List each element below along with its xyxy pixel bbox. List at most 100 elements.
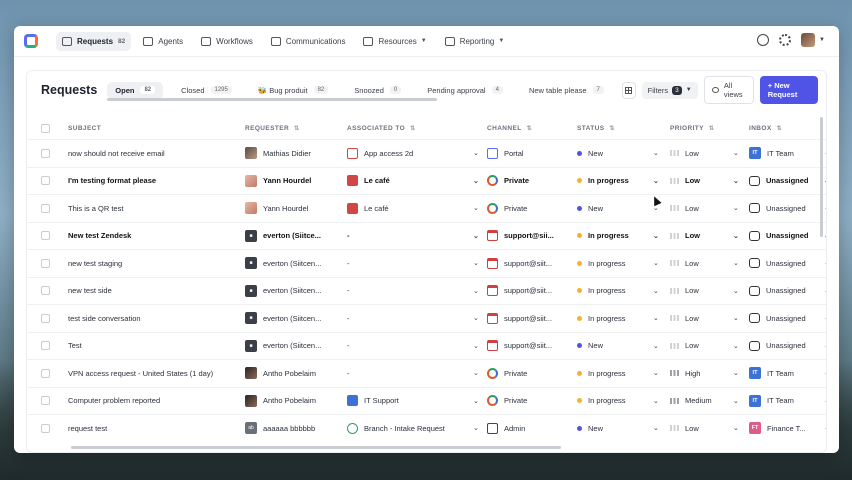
inbox-cell[interactable]: Unassigned (749, 340, 817, 351)
table-row[interactable]: This is a QR test Yann Hourdel Le café ⌄ Pri… (27, 194, 826, 222)
chevron-down-icon[interactable]: ⌄ (824, 342, 826, 350)
status-cell[interactable]: New (577, 341, 657, 350)
chevron-down-icon[interactable]: ⌄ (733, 149, 739, 157)
chevron-down-icon[interactable]: ⌄ (824, 177, 826, 185)
inbox-cell[interactable]: Unassigned (749, 313, 817, 324)
subject-cell[interactable]: Test (68, 341, 238, 350)
priority-cell[interactable]: Low (670, 341, 730, 350)
user-avatar[interactable] (801, 33, 816, 47)
requester-cell[interactable]: ■ everton (Siitcen... (245, 284, 339, 297)
column-header-subject[interactable]: SUBJECT (68, 125, 238, 132)
status-cell[interactable]: New (577, 424, 657, 433)
help-icon[interactable] (757, 34, 770, 46)
table-row[interactable]: I'm testing format please Yann Hourdel Le … (27, 166, 826, 195)
chevron-down-icon[interactable]: ⌄ (473, 204, 479, 212)
associated-cell[interactable]: Le café (347, 202, 472, 214)
chevron-down-icon[interactable]: ⌄ (473, 177, 479, 185)
status-cell[interactable]: In progress (577, 176, 657, 185)
requester-cell[interactable]: Yann Hourdel (245, 174, 339, 187)
status-cell[interactable]: New (577, 204, 657, 213)
associated-cell[interactable]: - (347, 231, 472, 240)
sort-icon[interactable]: ⇅ (410, 125, 415, 132)
new-request-button[interactable]: + New Request (759, 76, 818, 104)
associated-cell[interactable]: - (347, 341, 472, 350)
priority-cell[interactable]: Low (670, 314, 730, 323)
chevron-down-icon[interactable]: ⌄ (653, 424, 659, 432)
priority-cell[interactable]: Low (670, 149, 730, 158)
chevron-down-icon[interactable]: ⌄ (824, 259, 826, 267)
row-checkbox[interactable] (41, 203, 50, 213)
inbox-cell[interactable]: Unassigned (749, 230, 817, 241)
chevron-down-icon[interactable]: ⌄ (824, 369, 826, 377)
row-checkbox[interactable] (41, 176, 50, 186)
chevron-down-icon[interactable]: ⌄ (473, 342, 479, 350)
chevron-down-icon[interactable]: ⌄ (473, 314, 479, 322)
table-row[interactable]: Computer problem reported Antho Pobelaim I… (27, 386, 826, 415)
tab-pending-approval[interactable]: Pending approval 4 (419, 82, 511, 99)
status-cell[interactable]: In progress (577, 286, 657, 295)
subject-cell[interactable]: request test (68, 424, 238, 433)
table-row[interactable]: test side conversation ■ everton (Siitcen.… (27, 304, 826, 332)
chevron-down-icon[interactable]: ⌄ (653, 259, 659, 267)
row-checkbox[interactable] (41, 148, 50, 158)
chevron-down-icon[interactable]: ⌄ (733, 397, 739, 405)
subject-cell[interactable]: I'm testing format please (68, 176, 238, 185)
status-cell[interactable]: In progress (577, 396, 657, 405)
row-checkbox[interactable] (41, 313, 50, 323)
sort-icon[interactable]: ⇅ (527, 125, 532, 132)
requester-cell[interactable]: ■ everton (Siitcen... (245, 257, 339, 270)
nav-item-workflows[interactable]: Workflows (195, 32, 259, 51)
associated-cell[interactable]: IT Support (347, 395, 472, 407)
subject-cell[interactable]: VPN access request - United States (1 da… (68, 369, 238, 378)
status-cell[interactable]: In progress (577, 259, 657, 268)
chevron-down-icon[interactable]: ⌄ (473, 397, 479, 405)
chevron-down-icon[interactable]: ⌄ (653, 369, 659, 377)
table-row[interactable]: Test ■ everton (Siitcen... - ⌄ support@siit..… (27, 331, 826, 360)
priority-cell[interactable]: Low (670, 259, 730, 268)
inbox-cell[interactable]: Unassigned (749, 258, 817, 269)
table-row[interactable]: VPN access request - United States (1 da… (27, 359, 826, 387)
row-checkbox[interactable] (41, 396, 50, 406)
chevron-down-icon[interactable]: ⌄ (473, 259, 479, 267)
priority-cell[interactable]: Medium (670, 396, 730, 405)
chevron-down-icon[interactable]: ⌄ (653, 177, 659, 185)
table-row[interactable]: new test staging ■ everton (Siitcen... - ⌄ su… (27, 249, 826, 277)
column-header-requester[interactable]: REQUESTER ⇅ (245, 125, 339, 132)
subject-cell[interactable]: Computer problem reported (68, 396, 238, 405)
tab-bug-produit[interactable]: 🐝 Bug produit 82 (250, 82, 336, 99)
chevron-down-icon[interactable]: ⌄ (473, 369, 479, 377)
sort-icon[interactable]: ⇅ (294, 125, 299, 132)
chevron-down-icon[interactable]: ⌄ (733, 342, 739, 350)
requester-cell[interactable]: ■ everton (Siitce... (245, 229, 339, 242)
requester-cell[interactable]: Antho Pobelaim (245, 394, 339, 407)
chevron-down-icon[interactable]: ⌄ (733, 424, 739, 432)
requester-cell[interactable]: ab aaaaaa bbbbbb (245, 422, 339, 435)
requester-cell[interactable]: Antho Pobelaim (245, 367, 339, 380)
requester-cell[interactable]: ■ everton (Siitcen... (245, 339, 339, 352)
inbox-cell[interactable]: IT IT Team (749, 147, 817, 160)
associated-cell[interactable]: Branch - Intake Request (347, 422, 472, 434)
chevron-down-icon[interactable]: ⌄ (824, 232, 826, 240)
column-header-status[interactable]: STATUS ⇅ (577, 125, 657, 132)
requester-cell[interactable]: Yann Hourdel (245, 202, 339, 215)
row-checkbox[interactable] (41, 258, 50, 268)
vertical-scrollbar[interactable] (820, 117, 823, 237)
chevron-down-icon[interactable]: ⌄ (733, 369, 739, 377)
priority-cell[interactable]: Low (670, 204, 730, 213)
chevron-down-icon[interactable]: ⌄ (824, 424, 826, 432)
requester-cell[interactable]: Mathias Didier (245, 147, 339, 160)
chevron-down-icon[interactable]: ⌄ (733, 177, 739, 185)
status-cell[interactable]: New (577, 149, 657, 158)
tab-closed[interactable]: Closed 1295 (173, 82, 240, 99)
nav-item-requests[interactable]: Requests 82 (56, 31, 132, 51)
status-cell[interactable]: In progress (577, 231, 657, 240)
column-header-associated-to[interactable]: ASSOCIATED TO ⇅ (347, 125, 472, 132)
chevron-down-icon[interactable]: ⌄ (473, 287, 479, 295)
associated-cell[interactable]: - (347, 286, 472, 295)
table-row[interactable]: new test side ■ everton (Siitcen... - ⌄ suppo… (27, 276, 826, 305)
chevron-down-icon[interactable]: ⌄ (733, 314, 739, 322)
associated-cell[interactable]: - (347, 314, 472, 323)
chevron-down-icon[interactable]: ⌄ (733, 259, 739, 267)
chevron-down-icon[interactable]: ⌄ (653, 232, 659, 240)
chevron-down-icon[interactable]: ⌄ (473, 424, 479, 432)
